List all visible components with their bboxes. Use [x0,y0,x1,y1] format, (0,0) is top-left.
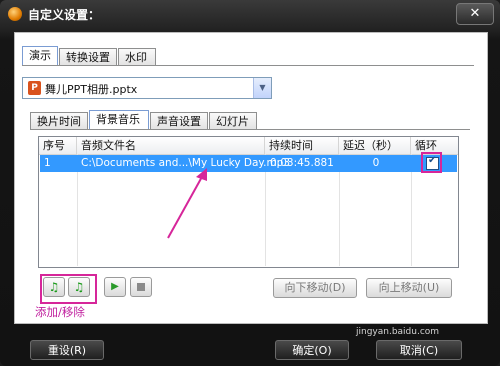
add-music-icon: ♫ [48,280,60,294]
ok-button[interactable]: 确定(O) [275,340,349,360]
play-icon: ▶ [111,281,119,292]
play-button[interactable]: ▶ [104,277,126,297]
remove-music-button[interactable]: ♫ [68,277,90,297]
remove-music-icon: ♫ [73,280,85,294]
settings-dialog: 自定义设置： ✕ 演示 转换设置 水印 P 舞儿PPT相册.pptx ▼ 换片时… [0,0,500,366]
watermark-text: Baidu经验 [342,304,436,325]
watermark-sub: jingyan.baidu.com [356,327,440,337]
stop-button[interactable] [130,277,152,297]
reset-button[interactable]: 重设(R) [30,340,104,360]
move-down-label: 向下移动(D) [284,281,346,294]
add-remove-caption: 添加/移除 [35,305,85,319]
cancel-button[interactable]: 取消(C) [376,340,462,360]
add-music-button[interactable]: ♫ [43,277,65,297]
move-up-label: 向上移动(U) [378,281,440,294]
move-down-button[interactable]: 向下移动(D) [273,278,357,298]
move-up-button[interactable]: 向上移动(U) [366,278,452,298]
stop-icon [137,283,145,291]
